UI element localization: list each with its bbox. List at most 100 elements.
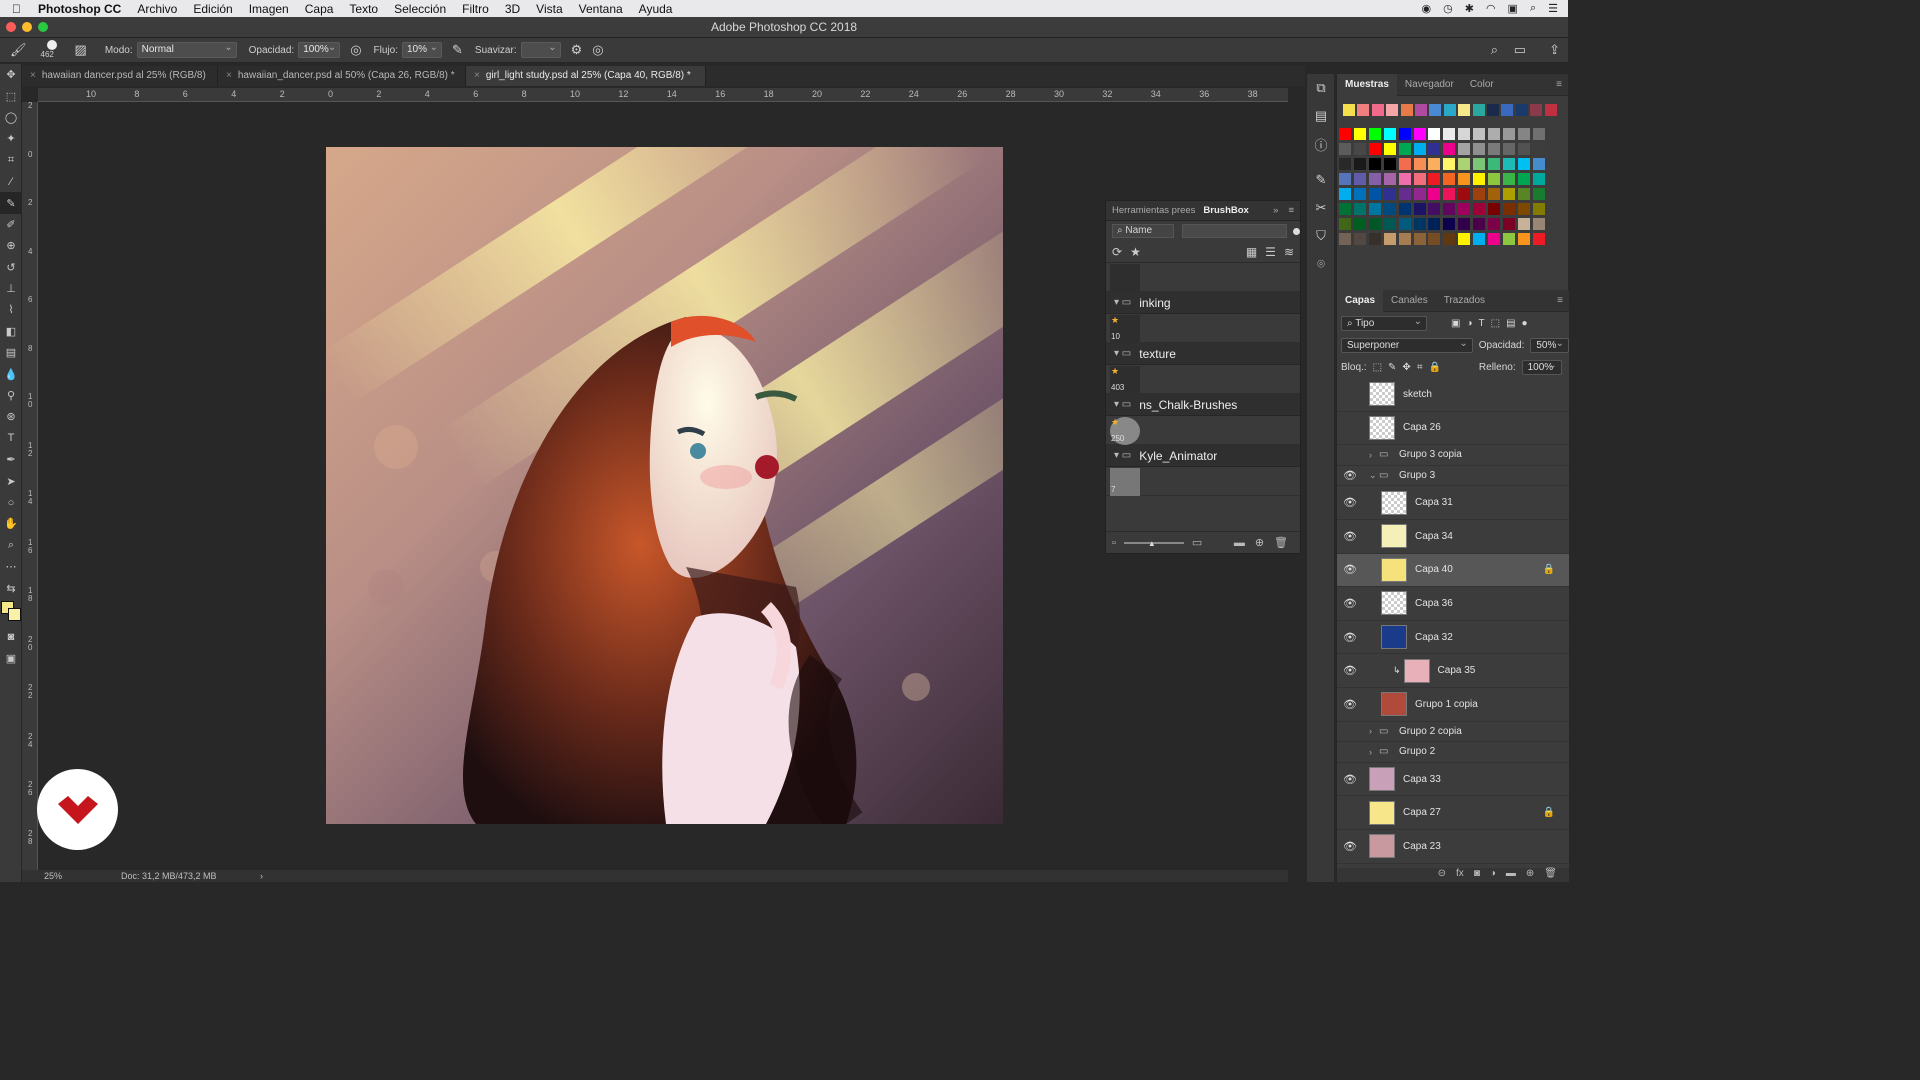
- color-swatch[interactable]: [1488, 203, 1500, 215]
- marquee-tool-icon[interactable]: ⬚: [0, 85, 22, 106]
- libraries-panel-icon[interactable]: ⌾: [1307, 250, 1335, 278]
- color-swatch[interactable]: [1443, 173, 1456, 185]
- delete-layer-icon[interactable]: 🗑: [1544, 868, 1557, 882]
- color-swatch[interactable]: [1488, 188, 1500, 200]
- color-swatch[interactable]: [1532, 188, 1545, 200]
- color-swatch[interactable]: [1502, 203, 1515, 215]
- menu-ayuda[interactable]: Ayuda: [639, 2, 673, 16]
- color-swatch[interactable]: [1413, 233, 1426, 245]
- grid-view-icon[interactable]: ▦: [1246, 245, 1257, 259]
- blend-mode-select[interactable]: Superponer: [1341, 337, 1473, 353]
- visibility-eye-icon[interactable]: 👁: [1337, 773, 1363, 786]
- color-swatch[interactable]: [1443, 158, 1456, 170]
- color-swatch[interactable]: [1443, 128, 1456, 140]
- color-swatch[interactable]: [1443, 143, 1456, 155]
- color-swatch[interactable]: [1443, 233, 1456, 245]
- lock-pixels-icon[interactable]: ✎: [1388, 362, 1396, 373]
- color-swatch[interactable]: [1488, 128, 1500, 140]
- pen-tool-icon[interactable]: ✒: [0, 449, 22, 470]
- layer-opacity-input[interactable]: 50%: [1530, 337, 1569, 353]
- minimize-window-button[interactable]: [22, 22, 32, 32]
- color-swatch[interactable]: [1339, 203, 1351, 215]
- history-brush-icon[interactable]: ↺: [0, 257, 22, 278]
- path-select-icon[interactable]: ➤: [0, 470, 22, 491]
- horizontal-ruler[interactable]: 10 8 6 4 2 0 2 4 6 8 10 12 14 16 18 20 22 24 26 28 30 32 34 36 3…: [38, 88, 1288, 102]
- color-swatch[interactable]: [1473, 188, 1486, 200]
- favorite-star-icon[interactable]: ★: [1111, 315, 1119, 326]
- fx-icon[interactable]: fx: [1456, 868, 1464, 882]
- clone-stamp-icon[interactable]: ⊕: [0, 235, 22, 256]
- collapse-icon[interactable]: »: [1273, 205, 1278, 216]
- color-swatch[interactable]: [1532, 173, 1545, 185]
- brush-row[interactable]: ★ 403: [1106, 365, 1300, 394]
- magic-wand-icon[interactable]: ✦: [0, 128, 22, 149]
- color-swatch[interactable]: [1517, 203, 1530, 215]
- color-swatch[interactable]: [1383, 173, 1396, 185]
- menu-app-name[interactable]: Photoshop CC: [38, 2, 121, 16]
- visibility-eye-icon[interactable]: 👁: [1337, 698, 1363, 711]
- color-swatch[interactable]: [1458, 188, 1471, 200]
- color-swatch[interactable]: [1383, 233, 1396, 245]
- color-swatch[interactable]: [1383, 143, 1396, 155]
- color-swatch[interactable]: [1413, 143, 1426, 155]
- layer-row[interactable]: 👁 Capa 34: [1337, 520, 1569, 554]
- color-swatch[interactable]: [1383, 128, 1396, 140]
- visibility-eye-icon[interactable]: 👁: [1337, 563, 1363, 576]
- brush-tool-icon[interactable]: 🖌: [10, 42, 27, 58]
- color-swatch[interactable]: [1502, 233, 1515, 245]
- visibility-eye-icon[interactable]: 👁: [1337, 840, 1363, 853]
- workspace-icon[interactable]: ▭: [1514, 42, 1526, 58]
- quick-mask-icon[interactable]: ◙: [0, 627, 22, 648]
- visibility-eye-icon[interactable]: 👁: [1337, 597, 1363, 610]
- pressure-opacity-icon[interactable]: ◎: [350, 42, 361, 58]
- sponge-icon[interactable]: ⊛: [0, 406, 22, 427]
- color-swatch[interactable]: [1428, 128, 1441, 140]
- recent-swatch[interactable]: [1386, 104, 1399, 116]
- color-swatch[interactable]: [1428, 143, 1441, 155]
- color-swatch[interactable]: [1458, 233, 1471, 245]
- favorite-star-icon[interactable]: ★: [1111, 366, 1119, 377]
- visibility-eye-icon[interactable]: 👁: [1337, 388, 1363, 401]
- menu-archivo[interactable]: Archivo: [137, 2, 177, 16]
- color-swatch[interactable]: [1532, 218, 1545, 230]
- panel-menu-icon[interactable]: ≡: [1556, 79, 1562, 90]
- layer-filter-select[interactable]: ⌕ Tipo: [1341, 315, 1427, 331]
- layer-group-row[interactable]: 👁 ›▭ Grupo 2 copia: [1337, 722, 1569, 743]
- color-swatch[interactable]: [1398, 188, 1411, 200]
- chevron-down-icon[interactable]: ⌄: [1369, 470, 1379, 481]
- color-swatch[interactable]: [1458, 143, 1471, 155]
- eraser-icon[interactable]: ◧: [0, 321, 22, 342]
- panel-menu-icon[interactable]: ≡: [1557, 295, 1563, 306]
- visibility-eye-icon[interactable]: 👁: [1337, 631, 1363, 644]
- pressure-size-icon[interactable]: ◎: [592, 42, 603, 58]
- color-swatch[interactable]: [1502, 173, 1515, 185]
- color-swatch[interactable]: [1353, 173, 1366, 185]
- recent-swatch[interactable]: [1487, 104, 1499, 116]
- brush-row[interactable]: ★ 10: [1106, 314, 1300, 343]
- color-swatch[interactable]: [1517, 143, 1530, 155]
- color-swatch[interactable]: [1517, 173, 1530, 185]
- trash-icon[interactable]: 🗑: [1274, 536, 1288, 549]
- menu-seleccion[interactable]: Selección: [394, 2, 446, 16]
- filter-smart-icon[interactable]: ▤: [1506, 318, 1515, 329]
- recent-swatch[interactable]: [1472, 104, 1485, 116]
- lock-position-icon[interactable]: ✥: [1402, 362, 1410, 373]
- zoom-window-button[interactable]: [38, 22, 48, 32]
- color-swatch[interactable]: [1458, 173, 1471, 185]
- brush-row[interactable]: 7: [1106, 467, 1300, 496]
- color-swatch[interactable]: [1458, 218, 1471, 230]
- lock-artboard-icon[interactable]: ⌗: [1417, 362, 1423, 373]
- color-swatch[interactable]: [1368, 233, 1381, 245]
- color-swatch[interactable]: [1413, 173, 1426, 185]
- layer-row[interactable]: 👁 sketch: [1337, 378, 1569, 412]
- tools-presets-icon[interactable]: ✂: [1307, 194, 1335, 222]
- chevron-right-icon[interactable]: ›: [1369, 450, 1379, 460]
- airbrush-icon[interactable]: ✎: [452, 42, 463, 58]
- color-swatch[interactable]: [1398, 203, 1411, 215]
- status-arrow-icon[interactable]: ›: [260, 871, 263, 881]
- filter-shape-icon[interactable]: ⬚: [1491, 318, 1500, 329]
- new-brush-icon[interactable]: ⊕: [1255, 536, 1264, 549]
- color-swatch[interactable]: [1339, 218, 1351, 230]
- filter-adjust-icon[interactable]: ◑: [1466, 318, 1472, 329]
- visibility-eye-icon[interactable]: 👁: [1337, 725, 1363, 738]
